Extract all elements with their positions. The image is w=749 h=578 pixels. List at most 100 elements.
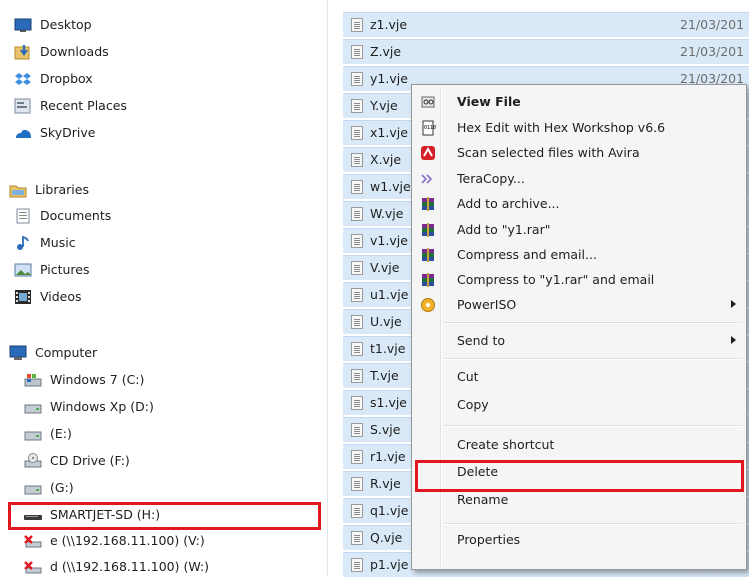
computer-icon [9,345,27,360]
pane-divider[interactable] [327,0,328,575]
file-name: p1.vje [370,557,409,572]
menu-item-cut[interactable]: Cut [414,366,744,388]
teracopy-icon [421,174,433,184]
menu-item-label: Create shortcut [457,437,555,452]
menu-item-teracopy[interactable]: TeraCopy... [414,168,744,190]
nav-item-label: Recent Places [40,98,127,113]
file-name: z1.vje [370,17,408,32]
nav-item-label: e (\\192.168.11.100) (V:) [50,533,205,548]
nav-item-label: Libraries [35,182,89,197]
menu-separator [444,322,742,324]
nav-item-label: CD Drive (F:) [50,453,130,468]
file-row[interactable]: z1.vje 21/03/201 [343,12,749,37]
vje-file-icon [351,504,363,518]
nav-item-label: Music [40,235,76,250]
vje-file-icon [351,531,363,545]
file-name: w1.vje [370,179,411,194]
file-name: T.vje [370,368,399,383]
system-drive-icon [24,374,42,387]
vje-file-icon [351,450,363,464]
nav-item-label: SkyDrive [40,125,96,140]
drive-icon [24,485,42,495]
videos-icon [15,290,31,304]
file-row[interactable]: Z.vje 21/03/201 [343,39,749,64]
vje-file-icon [351,477,363,491]
cd-drive-icon [24,453,42,468]
file-name: q1.vje [370,503,409,518]
downloads-icon [14,45,30,60]
hex-workshop-icon: 0110 [422,120,436,136]
menu-item-compress-to-y1-rar-and-email[interactable]: Compress to "y1.rar" and email [414,269,744,291]
menu-item-scan-selected-files-with-avira[interactable]: Scan selected files with Avira [414,142,744,164]
vje-file-icon [351,207,363,221]
menu-item-label: Cut [457,369,479,384]
menu-item-label: Copy [457,397,489,412]
file-name: x1.vje [370,125,408,140]
vje-file-icon [351,180,363,194]
menu-item-poweriso[interactable]: PowerISO [414,294,744,316]
winrar-icon [422,248,434,262]
file-name: s1.vje [370,395,407,410]
menu-item-compress-and-email[interactable]: Compress and email... [414,244,744,266]
file-name: R.vje [370,476,401,491]
nav-item-label: Dropbox [40,71,93,86]
file-name: X.vje [370,152,402,167]
vje-file-icon [351,261,363,275]
navigation-pane: Desktop Downloads Dropbox Recent Places … [0,0,330,575]
view-file-icon [421,96,435,108]
menu-separator [444,425,742,427]
context-menu: View File 0110 Hex Edit with Hex Workshop … [411,84,747,570]
menu-item-copy[interactable]: Copy [414,394,744,416]
menu-item-hex-edit-with-hex-workshop-v6-6[interactable]: 0110 Hex Edit with Hex Workshop v6.6 [414,117,744,139]
nav-item-label: Computer [35,345,98,360]
file-name: U.vje [370,314,402,329]
vje-file-icon [351,126,363,140]
file-name: y1.vje [370,71,408,86]
menu-item-label: PowerISO [457,297,517,312]
menu-item-label: Compress and email... [457,247,597,262]
dropbox-icon [15,73,31,85]
menu-item-label: Add to "y1.rar" [457,222,551,237]
menu-item-add-to-archive[interactable]: Add to archive... [414,193,744,215]
menu-item-properties[interactable]: Properties [414,529,744,551]
poweriso-icon [421,298,435,312]
vje-file-icon [351,18,363,32]
nav-item-label: Documents [40,208,112,223]
network-drive-icon [24,535,42,548]
file-date: 21/03/201 [680,44,745,59]
vje-file-icon [351,72,363,86]
menu-separator [444,523,742,525]
menu-item-create-shortcut[interactable]: Create shortcut [414,434,744,456]
menu-item-label: Scan selected files with Avira [457,145,640,160]
menu-item-label: View File [457,94,521,109]
file-date: 21/03/201 [680,17,745,32]
winrar-icon [422,223,434,237]
recent-places-icon [14,98,31,114]
menu-separator [444,358,742,360]
file-name: S.vje [370,422,401,437]
documents-icon [16,208,30,224]
file-name: Y.vje [370,98,398,113]
nav-item-label: Windows 7 (C:) [50,372,145,387]
file-name: W.vje [370,206,404,221]
vje-file-icon [351,234,363,248]
winrar-icon [422,273,434,287]
menu-item-delete[interactable]: Delete [414,461,744,483]
desktop-icon [14,18,32,32]
menu-item-label: Hex Edit with Hex Workshop v6.6 [457,120,666,135]
nav-item-label: (G:) [50,480,74,495]
menu-item-rename[interactable]: Rename [414,489,744,511]
menu-item-label: Compress to "y1.rar" and email [457,272,655,287]
menu-item-add-to-y1-rar[interactable]: Add to "y1.rar" [414,219,744,241]
submenu-arrow-icon [731,336,736,344]
vje-file-icon [351,45,363,59]
vje-file-icon [351,558,363,572]
menu-item-label: Delete [457,464,499,479]
libraries-icon [9,185,27,198]
file-name: v1.vje [370,233,408,248]
menu-item-view-file[interactable]: View File [414,91,744,113]
menu-item-label: Send to [457,333,506,348]
drive-icon [24,404,42,414]
menu-item-send-to[interactable]: Send to [414,330,744,352]
vje-file-icon [351,396,363,410]
